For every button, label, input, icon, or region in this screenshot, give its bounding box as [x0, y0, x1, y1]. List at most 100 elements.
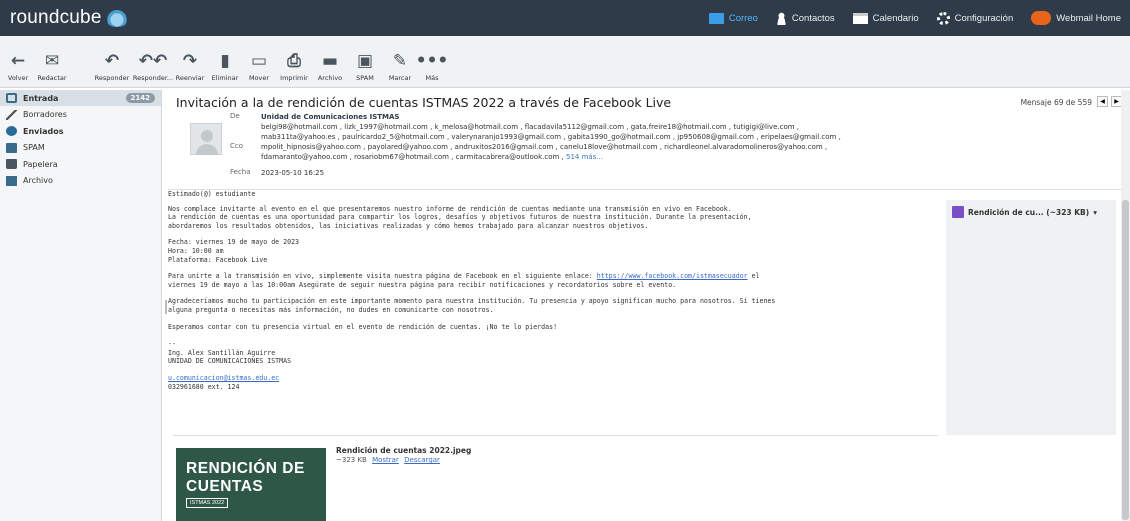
- chevron-down-icon[interactable]: ▾: [1093, 208, 1097, 217]
- sent-icon: [6, 126, 17, 136]
- cc-line[interactable]: mpolit_hipnosis@yahoo.com , payolared@ya…: [261, 142, 827, 152]
- delete-label: Eliminar: [211, 74, 239, 82]
- contacts-icon: [775, 11, 787, 25]
- spam-icon: [6, 142, 17, 153]
- nav-webmail-home[interactable]: Webmail Home: [1022, 0, 1130, 36]
- download-attachment-link[interactable]: Descargar: [404, 456, 440, 464]
- spam-button[interactable]: ▣ SPAM: [348, 51, 382, 82]
- show-attachment-link[interactable]: Mostrar: [372, 456, 399, 464]
- spam-icon: ▣: [356, 51, 374, 71]
- attachment-meta: ~323 KB Mostrar Descargar: [336, 456, 440, 464]
- folder-label: Archivo: [23, 176, 53, 185]
- forward-button[interactable]: ↷ Reenviar: [172, 51, 208, 82]
- nav-label: Calendario: [872, 12, 919, 24]
- nav-configuracion[interactable]: Configuración: [928, 0, 1023, 36]
- cc-line-text: fdamaranto@yahoo.com , rosariobm67@hotma…: [261, 153, 566, 161]
- forward-icon: ↷: [182, 51, 198, 71]
- folder-spam[interactable]: SPAM: [0, 140, 161, 156]
- more-dots-icon: •••: [415, 51, 449, 71]
- attachment-size: ~323 KB: [336, 456, 367, 464]
- mark-button[interactable]: ✎ Marcar: [382, 51, 418, 82]
- nav-calendario[interactable]: Calendario: [844, 0, 928, 36]
- nav-label: Contactos: [791, 12, 835, 24]
- calendar-icon: [852, 12, 868, 24]
- back-arrow-icon: ←: [10, 51, 26, 71]
- from-label: De: [230, 112, 240, 120]
- thumb-text: RENDICIÓN DE: [186, 460, 305, 477]
- paragraph-2-text: Para unirte a la transmisión en vivo, si…: [168, 272, 597, 281]
- folder-papelera[interactable]: Papelera: [0, 156, 161, 172]
- reply-all-label: Responder...: [132, 74, 174, 82]
- previous-message-button[interactable]: ◀: [1097, 96, 1108, 107]
- inbox-icon: [6, 93, 17, 103]
- signature-phone: 032961680 ext. 124: [168, 382, 240, 391]
- attachment-list-item[interactable]: Rendición de cu... (~323 KB) ▾: [952, 206, 1097, 218]
- delete-button[interactable]: ▮ Eliminar: [208, 51, 242, 82]
- vertical-scrollbar[interactable]: [1121, 90, 1130, 521]
- jpg-file-icon: [952, 206, 964, 218]
- cc-label: Cco: [230, 142, 244, 150]
- folder-label: Papelera: [23, 159, 58, 169]
- unread-count-badge: 2142: [125, 93, 155, 103]
- message-toolbar: ← Volver ✉ Redactar ↶ Responder ↶↶ Respo…: [0, 36, 1130, 88]
- folder-list: Entrada 2142 Borradores Enviados SPAM Pa…: [0, 90, 162, 521]
- attachment-divider: [173, 435, 938, 436]
- nav-label: Configuración: [954, 12, 1014, 24]
- archive-label: Archivo: [317, 74, 343, 82]
- attachment-label: Rendición de cu... (~323 KB): [968, 207, 1090, 217]
- move-folder-icon: ▭: [250, 51, 268, 71]
- pencil-icon: [6, 109, 17, 120]
- cc-more-link[interactable]: 514 más...: [566, 153, 603, 161]
- reply-icon: ↶: [104, 51, 120, 71]
- cc-line[interactable]: mab311ta@yahoo.es , paulricardo2_5@hotma…: [261, 132, 841, 142]
- pane-resize-handle[interactable]: [165, 300, 167, 314]
- more-label: Más: [425, 74, 439, 82]
- folder-enviados[interactable]: Enviados: [0, 123, 161, 139]
- folder-archivo[interactable]: Archivo: [0, 173, 161, 189]
- more-button[interactable]: ••• Más: [415, 51, 449, 82]
- from-value[interactable]: Unidad de Comunicaciones ISTMAS: [261, 112, 399, 122]
- cloud-icon: [104, 9, 129, 27]
- folder-label: Entrada: [23, 93, 59, 103]
- folder-label: SPAM: [23, 143, 45, 152]
- cc-line[interactable]: belgi98@hotmail.com , lizk_1997@hotmail.…: [261, 122, 799, 132]
- message-counter: Mensaje 69 de 559: [1020, 98, 1092, 107]
- spam-label: SPAM: [356, 74, 374, 82]
- back-label: Volver: [7, 74, 29, 82]
- move-button[interactable]: ▭ Mover: [242, 51, 276, 82]
- mark-pencil-icon: ✎: [392, 51, 408, 71]
- back-button[interactable]: ← Volver: [4, 51, 32, 82]
- roundcube-logo[interactable]: roundcube: [10, 7, 129, 29]
- nav-contactos[interactable]: Contactos: [767, 0, 844, 36]
- mail-icon: [708, 12, 724, 24]
- signature: -- Ing. Alex Santillán Aguirre UNIDAD DE…: [168, 340, 292, 366]
- nav-correo[interactable]: Correo: [700, 0, 767, 36]
- date-label: Fecha: [230, 168, 251, 176]
- folder-label: Borradores: [23, 110, 67, 119]
- print-button[interactable]: ⎙ Imprimir: [276, 51, 312, 82]
- date-value: 2023-05-10 16:25: [261, 169, 325, 177]
- signature-email-link[interactable]: u.comunicacion@istmas.edu.ec: [168, 374, 279, 382]
- facebook-link[interactable]: https://www.facebook.com/istmasecuador: [597, 272, 748, 280]
- folder-borradores[interactable]: Borradores: [0, 107, 161, 123]
- cpanel-icon: [1031, 11, 1052, 25]
- attachment-filename: Rendición de cuentas 2022.jpeg: [336, 446, 472, 455]
- compose-button[interactable]: ✉ Redactar: [32, 51, 72, 82]
- print-label: Imprimir: [280, 74, 308, 82]
- message-body: Estimado(@) estudiante Nos complace invit…: [168, 190, 938, 391]
- archive-icon: ▬: [321, 51, 339, 71]
- sender-avatar: [190, 123, 222, 155]
- cc-line[interactable]: fdamaranto@yahoo.com , rosariobm67@hotma…: [261, 152, 603, 162]
- reply-all-button[interactable]: ↶↶ Responder...: [132, 51, 174, 82]
- thumb-text: ISTMAS 2022: [186, 498, 229, 508]
- reply-button[interactable]: ↶ Responder: [90, 51, 134, 82]
- scrollbar-thumb[interactable]: [1122, 200, 1129, 520]
- message-subject: Invitación a la de rendición de cuentas …: [176, 95, 672, 110]
- archive-button[interactable]: ▬ Archivo: [312, 51, 348, 82]
- folder-entrada[interactable]: Entrada 2142: [0, 90, 161, 106]
- trash-icon: ▮: [220, 51, 230, 71]
- nav-label: Correo: [728, 12, 758, 24]
- message-view: Invitación a la de rendición de cuentas …: [168, 90, 1124, 521]
- archive-icon: [6, 175, 17, 186]
- attachment-thumbnail[interactable]: RENDICIÓN DE CUENTAS ISTMAS 2022: [176, 448, 326, 521]
